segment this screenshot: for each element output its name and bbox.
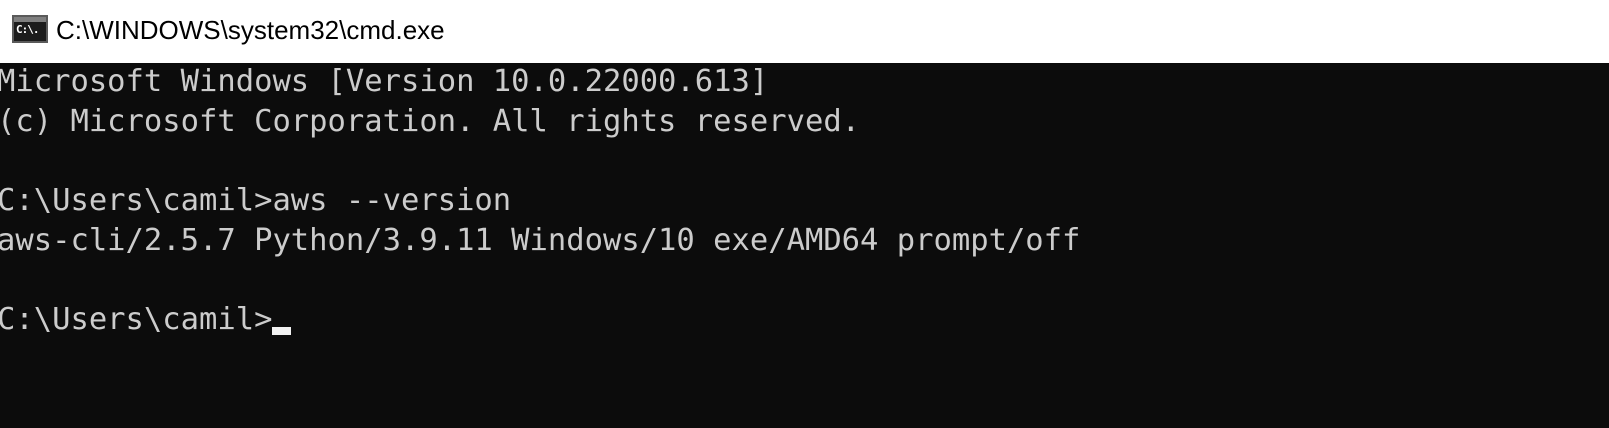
- console-line: (c) Microsoft Corporation. All rights re…: [0, 104, 861, 139]
- cmd-icon[interactable]: C:\.: [12, 15, 48, 43]
- console-line: aws-cli/2.5.7 Python/3.9.11 Windows/10 e…: [0, 223, 1081, 258]
- console-output[interactable]: Microsoft Windows [Version 10.0.22000.61…: [0, 63, 1609, 428]
- text-cursor: [272, 327, 292, 335]
- prompt-line[interactable]: C:\Users\camil>: [0, 302, 292, 338]
- window-title: C:\WINDOWS\system32\cmd.exe: [56, 15, 445, 45]
- title-bar[interactable]: C:\. C:\WINDOWS\system32\cmd.exe: [0, 0, 1609, 63]
- console-line: C:\Users\camil>aws --version: [0, 183, 512, 218]
- prompt-text: C:\Users\camil>: [0, 302, 273, 337]
- cmd-icon-glyph: C:\.: [16, 23, 39, 36]
- cmd-window: C:\. C:\WINDOWS\system32\cmd.exe Microso…: [0, 0, 1609, 428]
- console-line: Microsoft Windows [Version 10.0.22000.61…: [0, 64, 769, 99]
